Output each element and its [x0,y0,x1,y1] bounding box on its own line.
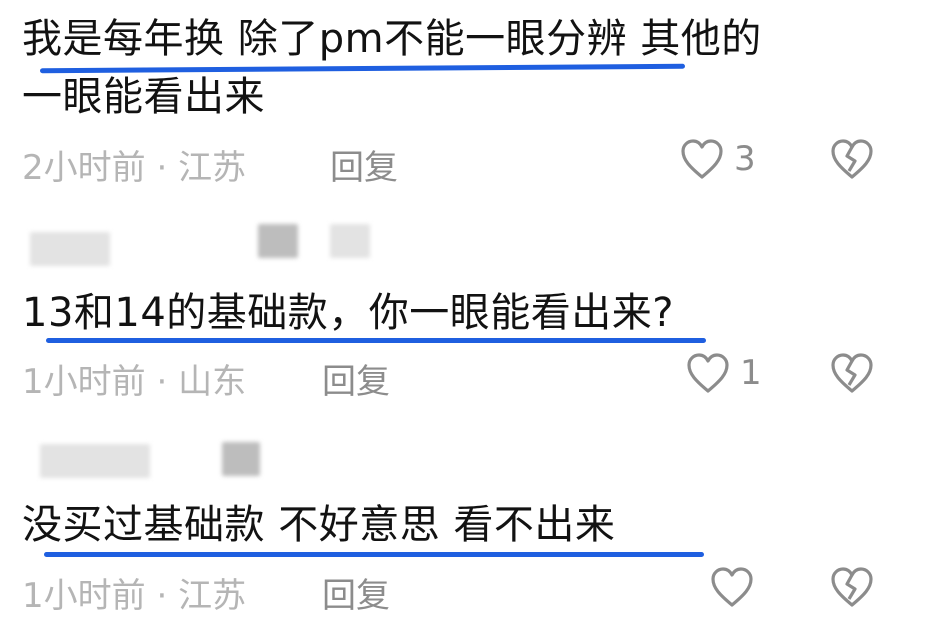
comment-underline [46,338,706,343]
comment-meta: 1小时前 · 江苏 [22,568,246,617]
like-count: 3 [734,139,756,179]
comment-time: 1小时前 [22,576,146,616]
broken-heart-icon [830,352,874,394]
comment-text-line-1: 我是每年换 除了pm不能一眼分辨 其他的 [22,16,762,62]
comment-meta: 2小时前 · 江苏 [22,140,246,189]
reply-button[interactable]: 回复 [322,568,390,617]
comment-time: 1小时前 [22,362,146,402]
author-name-redacted [330,224,370,258]
comment-location: 江苏 [178,576,247,616]
meta-separator: · [156,148,168,188]
meta-separator: · [156,576,168,616]
author-name-redacted [222,442,260,476]
author-name-redacted [258,224,298,258]
comment-item-3: 没买过基础款 不好意思 看不出来 1小时前 · 江苏 回复 [0,420,927,637]
reply-button[interactable]: 回复 [322,354,390,403]
comment-location: 山东 [178,362,247,402]
dislike-button[interactable] [830,352,874,394]
comment-location: 江苏 [178,148,247,188]
like-button[interactable] [710,566,764,608]
author-name-redacted [30,232,110,266]
comment-item-1: 我是每年换 除了pm不能一眼分辨 其他的 一眼能看出来 2小时前 · 江苏 回复… [0,0,927,200]
broken-heart-icon [830,566,874,608]
heart-icon [710,566,754,608]
comment-item-2: 13和14的基础款，你一眼能看出来? 1小时前 · 山东 回复 1 [0,210,927,410]
heart-icon [686,352,730,394]
comment-underline [44,552,704,557]
author-name-redacted [40,444,150,478]
heart-icon [680,138,724,180]
dislike-button[interactable] [830,566,874,608]
dislike-button[interactable] [830,138,874,180]
like-count: 1 [740,353,762,393]
comment-text-line-1: 没买过基础款 不好意思 看不出来 [22,502,616,548]
comment-meta: 1小时前 · 山东 [22,354,246,403]
comment-time: 2小时前 [22,148,146,188]
broken-heart-icon [830,138,874,180]
reply-button[interactable]: 回复 [330,140,398,189]
like-button[interactable]: 1 [686,352,762,394]
like-button[interactable]: 3 [680,138,756,180]
meta-separator: · [156,362,168,402]
comment-text-line-2: 一眼能看出来 [22,74,265,120]
comment-text-line-1: 13和14的基础款，你一眼能看出来? [22,290,675,336]
